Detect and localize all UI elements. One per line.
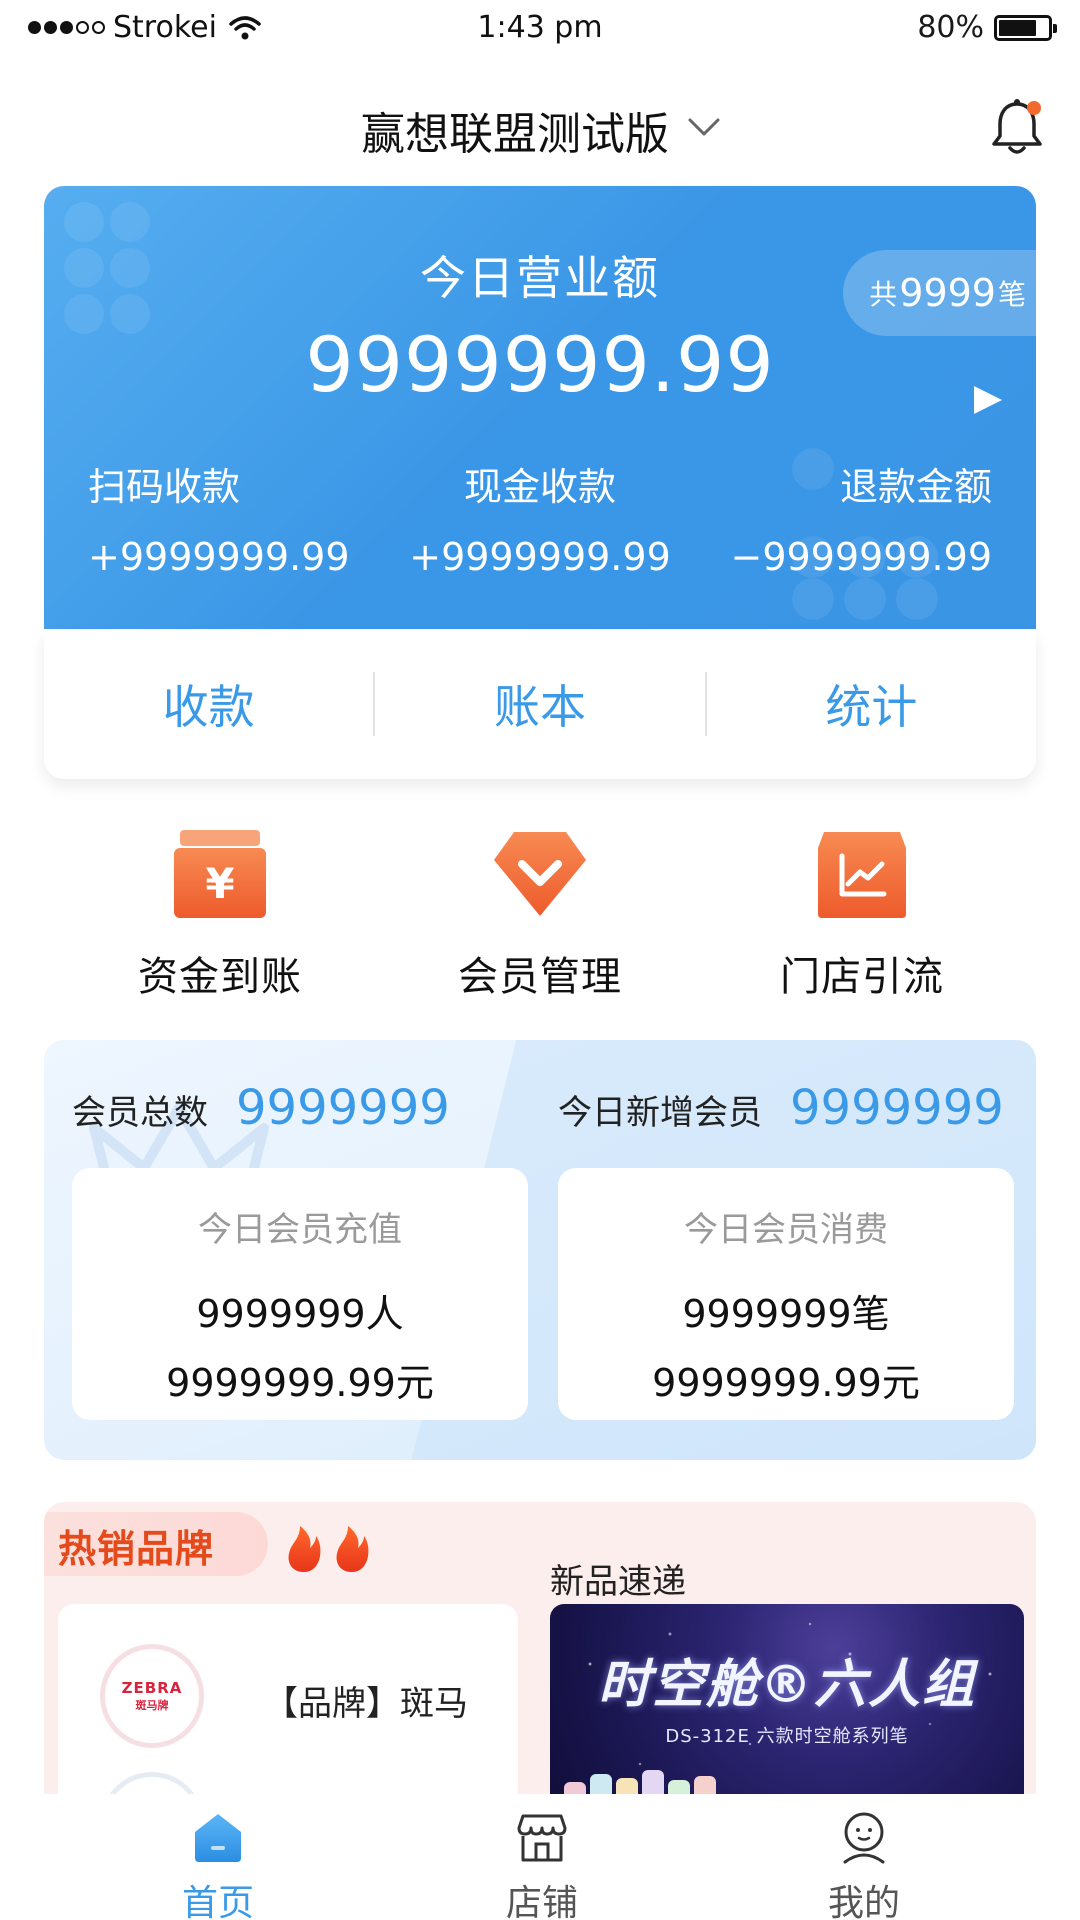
fire-icon — [288, 1526, 369, 1572]
member-recharge-people: 9999999人 — [196, 1292, 404, 1336]
bell-icon[interactable] — [988, 96, 1046, 160]
tab-profile-label: 我的 — [827, 1883, 900, 1920]
feature-grid: ¥ 资金到账 会员管理 门店引流 — [0, 826, 1080, 1006]
pens-image — [564, 1770, 716, 1794]
brand-logo: ZEBRA 斑马牌 — [100, 1644, 204, 1748]
decor-bubble — [64, 202, 104, 242]
play-arrow-icon[interactable] — [970, 382, 1006, 418]
collect-payment-button[interactable]: 收款 — [44, 629, 373, 779]
status-bar: Strokei 1:43 pm 80% — [0, 0, 1080, 62]
new-members-stat: 今日新增会员 9999999 — [558, 1080, 1004, 1136]
member-consume-amount: 9999999.99元 — [652, 1361, 920, 1405]
decor-bubble — [896, 578, 938, 620]
brand-list-card[interactable]: ZEBRA 斑马牌 【品牌】斑马 — [58, 1604, 518, 1794]
member-summary-panel: 会员总数 9999999 今日新增会员 9999999 今日会员充值 99999… — [44, 1040, 1036, 1460]
member-management-label: 会员管理 — [458, 954, 622, 1000]
count-value: 9999 — [899, 271, 996, 315]
store-traffic-label: 门店引流 — [780, 954, 944, 1000]
tab-profile[interactable]: 我的 — [764, 1810, 964, 1920]
app-header: 赢想联盟测试版 — [0, 88, 1080, 168]
member-recharge-card[interactable]: 今日会员充值 9999999人 9999999.99元 — [72, 1168, 528, 1420]
funds-arrival-entry[interactable]: ¥ 资金到账 — [100, 826, 340, 1002]
ledger-button[interactable]: 账本 — [375, 629, 704, 779]
tab-shop[interactable]: 店铺 — [442, 1810, 642, 1920]
store-traffic-entry[interactable]: 门店引流 — [742, 826, 982, 1002]
decor-bubble — [792, 578, 834, 620]
member-total-value: 9999999 — [236, 1080, 450, 1136]
quick-action-bar: 收款 账本 统计 — [44, 629, 1036, 779]
wallet-yen-icon: ¥ — [174, 830, 266, 918]
member-consume-card[interactable]: 今日会员消费 9999999笔 9999999.99元 — [558, 1168, 1014, 1420]
refund-label: 退款金额 — [839, 465, 992, 509]
funds-arrival-label: 资金到账 — [138, 954, 302, 1000]
chevron-down-icon[interactable] — [686, 110, 722, 146]
brand-logo — [100, 1772, 204, 1794]
hot-brands-title: 热销品牌 — [58, 1527, 215, 1571]
decor-bubble — [844, 578, 886, 620]
store-title[interactable]: 赢想联盟测试版 — [0, 98, 1080, 162]
shop-icon — [517, 1814, 567, 1862]
svg-text:¥: ¥ — [205, 859, 234, 908]
status-right: 80% — [917, 10, 1057, 45]
member-total-label: 会员总数 — [72, 1093, 208, 1133]
battery-percent: 80% — [917, 10, 984, 45]
refund-column: 退款金额 −9999999.99 — [730, 456, 992, 579]
tab-home[interactable]: 首页 — [118, 1810, 318, 1920]
battery-icon — [994, 14, 1057, 41]
new-products-title: 新品速递 — [550, 1562, 686, 1602]
count-prefix: 共 — [869, 278, 898, 311]
count-suffix: 笔 — [997, 278, 1026, 311]
promo-subtitle: DS-312E 六款时空舱系列笔 — [665, 1726, 909, 1747]
brand-name: 【品牌】斑马 — [264, 1684, 468, 1724]
member-management-entry[interactable]: 会员管理 — [420, 826, 660, 1002]
tab-home-label: 首页 — [181, 1883, 254, 1920]
member-consume-count: 9999999笔 — [682, 1292, 890, 1336]
profile-icon — [843, 1812, 885, 1864]
promo-title: 时空舱®六人组 — [597, 1655, 976, 1715]
home-icon — [195, 1814, 241, 1862]
refund-value: −9999999.99 — [730, 535, 992, 579]
new-product-banner[interactable]: 时空舱®六人组 DS-312E 六款时空舱系列笔 — [550, 1604, 1024, 1794]
store-chart-icon — [818, 832, 906, 918]
member-total-stat: 会员总数 9999999 — [72, 1080, 450, 1136]
bottom-tab-bar: 首页 店铺 我的 — [0, 1794, 1080, 1920]
member-consume-title: 今日会员消费 — [684, 1210, 888, 1250]
member-recharge-amount: 9999999.99元 — [166, 1361, 434, 1405]
revenue-card[interactable]: 今日营业额 9999999.99 共 9999 笔 扫码收款 +9999999.… — [44, 186, 1036, 629]
statistics-button[interactable]: 统计 — [707, 629, 1036, 779]
tab-shop-label: 店铺 — [505, 1883, 578, 1920]
member-recharge-title: 今日会员充值 — [198, 1210, 402, 1250]
hot-brands-panel: 热销品牌 新品速递 ZEBRA 斑马牌 【品牌】斑马 时空舱®六人组 DS-31… — [44, 1502, 1036, 1794]
diamond-icon — [494, 832, 586, 916]
new-members-value: 9999999 — [790, 1080, 1004, 1136]
decor-bubble — [110, 202, 150, 242]
transaction-count-badge[interactable]: 共 9999 笔 — [843, 250, 1036, 336]
new-members-label: 今日新增会员 — [558, 1093, 762, 1133]
